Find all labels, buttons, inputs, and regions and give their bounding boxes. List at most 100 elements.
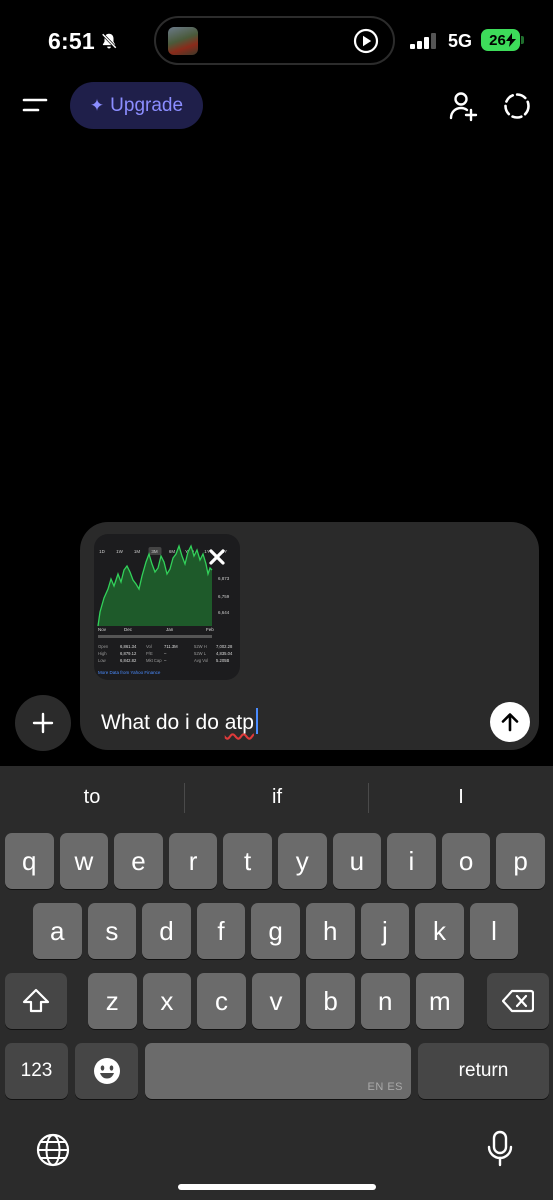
key-k[interactable]: k	[415, 903, 464, 959]
stat-label: 52W L	[194, 651, 207, 656]
upgrade-button[interactable]: ✦ Upgrade	[70, 82, 203, 129]
range-tab: 1W	[116, 549, 124, 554]
x-tick-label: Feb	[206, 627, 214, 632]
key-a[interactable]: a	[33, 903, 82, 959]
home-indicator[interactable]	[178, 1184, 376, 1190]
add-people-icon[interactable]	[447, 90, 479, 122]
media-thumbnail	[168, 27, 198, 55]
key-z[interactable]: z	[88, 973, 137, 1029]
remove-attachment-icon[interactable]	[203, 543, 231, 571]
stat-label: Vol	[146, 644, 152, 649]
key-y[interactable]: y	[278, 833, 327, 889]
silent-bell-icon	[101, 33, 117, 49]
stat-label: Low	[98, 658, 107, 663]
battery-indicator: 26	[481, 29, 520, 51]
key-p[interactable]: p	[496, 833, 545, 889]
stat-value: 5.205B	[216, 658, 229, 663]
key-t[interactable]: t	[223, 833, 272, 889]
key-g[interactable]: g	[251, 903, 300, 959]
suggestion-2[interactable]: if	[185, 766, 369, 828]
upgrade-label: Upgrade	[110, 94, 184, 116]
key-c[interactable]: c	[197, 973, 246, 1029]
numbers-key[interactable]: 123	[5, 1043, 68, 1099]
x-tick-label: Dec	[124, 627, 133, 632]
play-icon[interactable]	[353, 28, 379, 54]
microphone-icon[interactable]	[486, 1130, 514, 1168]
x-tick-label: Jan	[166, 627, 174, 632]
range-tab: 6M	[169, 549, 176, 554]
input-text-start: What do i do	[101, 711, 225, 734]
x-tick-label: Nov	[98, 627, 107, 632]
suggestion-3[interactable]: I	[369, 766, 553, 828]
key-m[interactable]: m	[415, 973, 465, 1029]
key-q[interactable]: q	[5, 833, 54, 889]
globe-icon[interactable]	[35, 1132, 71, 1168]
message-composer[interactable]: 1D1W1M3M6MYTD1Y2Y 6,8736,7596,644 NovDec…	[80, 522, 539, 750]
key-l[interactable]: l	[469, 903, 519, 959]
key-e[interactable]: e	[114, 833, 163, 889]
stat-value: 6,842.82	[120, 658, 137, 663]
key-f[interactable]: f	[196, 903, 246, 959]
return-key[interactable]: return	[418, 1043, 549, 1099]
key-b[interactable]: b	[306, 973, 355, 1029]
emoji-icon	[93, 1058, 120, 1084]
volume-bars	[98, 635, 212, 638]
key-d[interactable]: d	[142, 903, 191, 959]
stat-label: High	[98, 651, 107, 656]
stat-label: Avg Vol	[194, 658, 208, 663]
key-x[interactable]: x	[142, 973, 192, 1029]
stat-value: 6,879.12	[120, 651, 137, 656]
sidebar-menu-icon[interactable]	[20, 92, 50, 120]
battery-level: 26	[489, 31, 506, 49]
dynamic-island[interactable]	[154, 16, 395, 65]
stat-label: 52W H	[194, 644, 207, 649]
shift-key[interactable]	[5, 973, 67, 1029]
status-time: 6:51	[48, 28, 95, 54]
text-caret	[255, 708, 258, 734]
network-type: 5G	[448, 31, 473, 51]
key-u[interactable]: u	[332, 833, 382, 889]
stat-value: 6,861.34	[120, 644, 137, 649]
price-area	[98, 546, 212, 626]
space-language-label: EN ES	[367, 1081, 403, 1093]
key-i[interactable]: i	[387, 833, 436, 889]
stat-value: 711.3M	[164, 644, 178, 649]
battery-cap	[521, 36, 524, 44]
emoji-key[interactable]	[75, 1043, 138, 1099]
y-axis-ticks: 6,873 6,759 6,644	[218, 576, 230, 615]
y-tick-label: 6,644	[218, 610, 230, 615]
backspace-key[interactable]	[487, 973, 549, 1029]
stat-value: –	[164, 651, 167, 656]
shift-arrow-icon	[22, 988, 50, 1013]
key-n[interactable]: n	[361, 973, 410, 1029]
add-attachment-button[interactable]	[15, 695, 71, 751]
key-j[interactable]: j	[360, 903, 410, 959]
charging-bolt-icon	[505, 33, 516, 47]
plus-icon	[32, 712, 54, 734]
key-r[interactable]: r	[168, 833, 218, 889]
temporary-chat-icon[interactable]	[501, 90, 533, 122]
signal-bars-icon	[410, 33, 436, 49]
stat-label: P/E	[146, 651, 153, 656]
misspelled-word[interactable]: atp	[225, 711, 254, 734]
delete-icon	[502, 989, 534, 1013]
message-input[interactable]: What do i do atp	[101, 708, 258, 735]
space-key[interactable]: EN ES	[145, 1043, 411, 1099]
key-h[interactable]: h	[306, 903, 355, 959]
key-w[interactable]: w	[59, 833, 109, 889]
y-tick-label: 6,759	[218, 594, 230, 599]
arrow-up-icon	[501, 713, 519, 732]
suggestion-1[interactable]: to	[0, 766, 184, 828]
stat-label: Mkt Cap	[146, 658, 162, 663]
stat-label: Open	[98, 644, 109, 649]
stat-value: 7,002.28	[216, 644, 233, 649]
key-o[interactable]: o	[441, 833, 491, 889]
x-axis-ticks: Nov Dec Jan Feb	[98, 627, 214, 632]
stat-value: –	[164, 658, 167, 663]
key-s[interactable]: s	[87, 903, 137, 959]
status-bar: 6:51 5G 26	[0, 0, 553, 80]
range-tab: 1D	[99, 549, 106, 554]
range-tab: 3M	[151, 549, 158, 554]
key-v[interactable]: v	[251, 973, 301, 1029]
send-button[interactable]	[490, 702, 530, 742]
